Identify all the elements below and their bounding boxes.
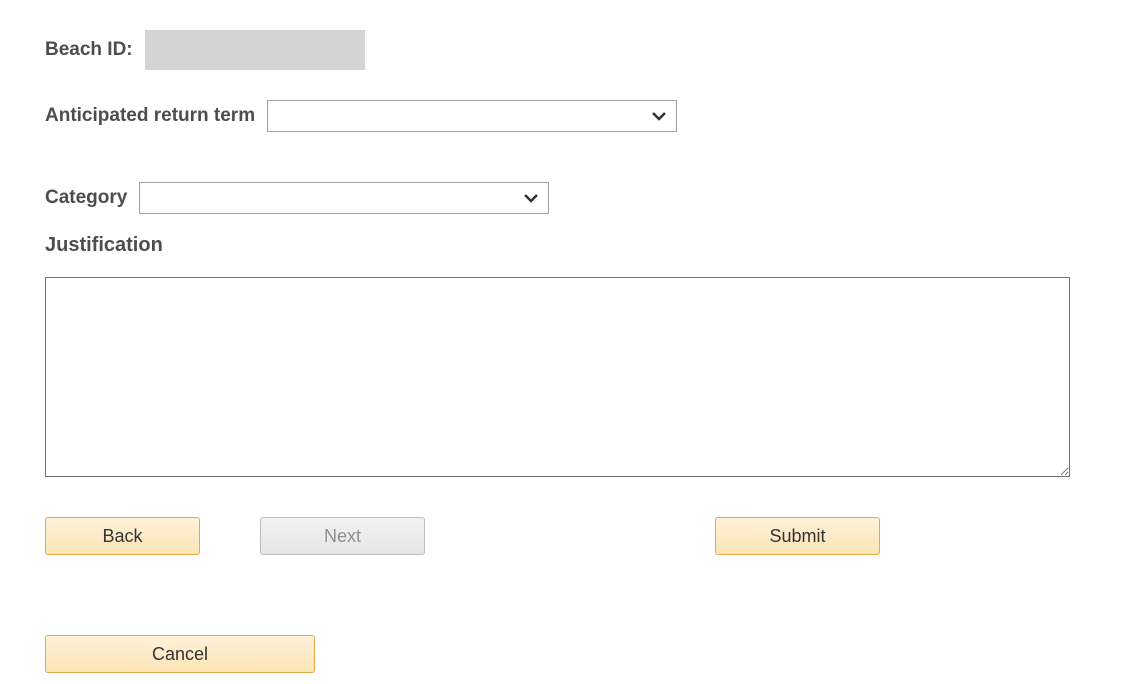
justification-label: Justification bbox=[45, 234, 1091, 257]
button-row-1: Back Next Submit bbox=[45, 517, 1091, 555]
category-select[interactable] bbox=[139, 182, 549, 214]
next-button[interactable]: Next bbox=[260, 517, 425, 555]
beach-id-label: Beach ID: bbox=[45, 39, 133, 61]
button-row-2: Cancel bbox=[45, 595, 1091, 673]
anticipated-return-label: Anticipated return term bbox=[45, 105, 255, 127]
submit-button[interactable]: Submit bbox=[715, 517, 880, 555]
beach-id-row: Beach ID: bbox=[45, 30, 1091, 70]
category-row: Category bbox=[45, 182, 1091, 214]
anticipated-return-select[interactable] bbox=[267, 100, 677, 132]
cancel-button[interactable]: Cancel bbox=[45, 635, 315, 673]
category-select-wrapper bbox=[139, 182, 549, 214]
back-button[interactable]: Back bbox=[45, 517, 200, 555]
justification-section: Justification bbox=[45, 234, 1091, 482]
justification-textarea[interactable] bbox=[45, 277, 1070, 477]
anticipated-return-select-wrapper bbox=[267, 100, 677, 132]
anticipated-return-row: Anticipated return term bbox=[45, 100, 1091, 132]
category-label: Category bbox=[45, 187, 127, 209]
beach-id-field bbox=[145, 30, 365, 70]
